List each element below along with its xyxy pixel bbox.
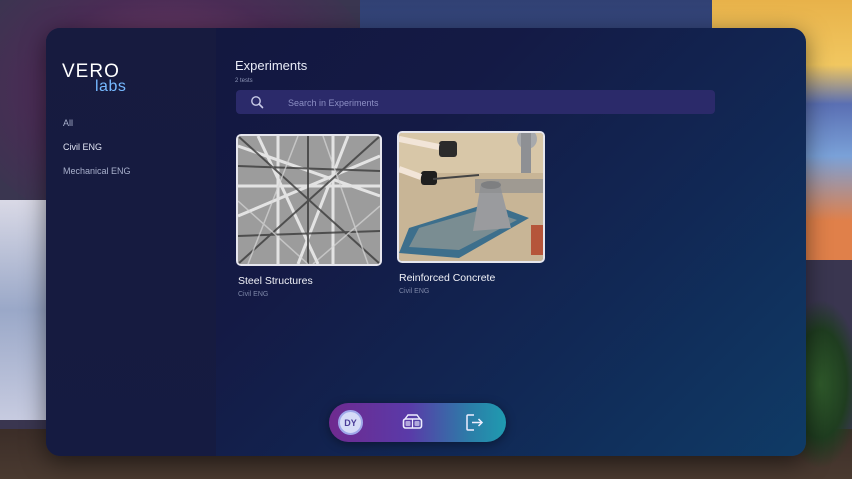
vero-labs-logo: VERO labs bbox=[62, 62, 126, 95]
main-window: VERO labs All Civil ENG Mechanical ENG E… bbox=[46, 28, 806, 456]
logout-button[interactable] bbox=[462, 410, 487, 435]
sidebar: VERO labs All Civil ENG Mechanical ENG bbox=[46, 28, 216, 456]
reinforced-concrete-thumbnail bbox=[397, 131, 545, 263]
experiment-name: Reinforced Concrete bbox=[399, 272, 496, 284]
vr-headset-button[interactable] bbox=[400, 410, 425, 435]
logo-line-2: labs bbox=[95, 78, 127, 95]
page-title: Experiments bbox=[235, 58, 308, 73]
category-nav: All Civil ENG Mechanical ENG bbox=[63, 118, 131, 190]
experiment-card-reinforced-concrete[interactable]: Reinforced Concrete Civil ENG bbox=[397, 131, 545, 295]
sidebar-item-civil-eng[interactable]: Civil ENG bbox=[63, 142, 131, 166]
search-icon bbox=[251, 96, 264, 109]
vr-headset-icon bbox=[402, 414, 423, 429]
sidebar-item-all[interactable]: All bbox=[63, 118, 131, 142]
sidebar-item-mechanical-eng[interactable]: Mechanical ENG bbox=[63, 166, 131, 190]
steel-structures-thumbnail bbox=[236, 134, 382, 266]
search-input[interactable] bbox=[286, 94, 690, 112]
profile-initials: DY bbox=[344, 418, 357, 428]
experiment-category: Civil ENG bbox=[238, 291, 269, 298]
search-bar[interactable] bbox=[236, 90, 715, 114]
logout-icon bbox=[466, 414, 484, 431]
experiment-name: Steel Structures bbox=[238, 275, 313, 287]
profile-avatar-button[interactable]: DY bbox=[338, 410, 363, 435]
experiment-card-steel-structures[interactable]: Steel Structures Civil ENG bbox=[236, 134, 382, 298]
experiments-content: Experiments 2 tests Search in Experiment… bbox=[235, 28, 806, 456]
bottom-dock: DY bbox=[329, 403, 506, 442]
experiment-category: Civil ENG bbox=[399, 288, 430, 295]
experiment-count: 2 tests bbox=[235, 78, 253, 84]
